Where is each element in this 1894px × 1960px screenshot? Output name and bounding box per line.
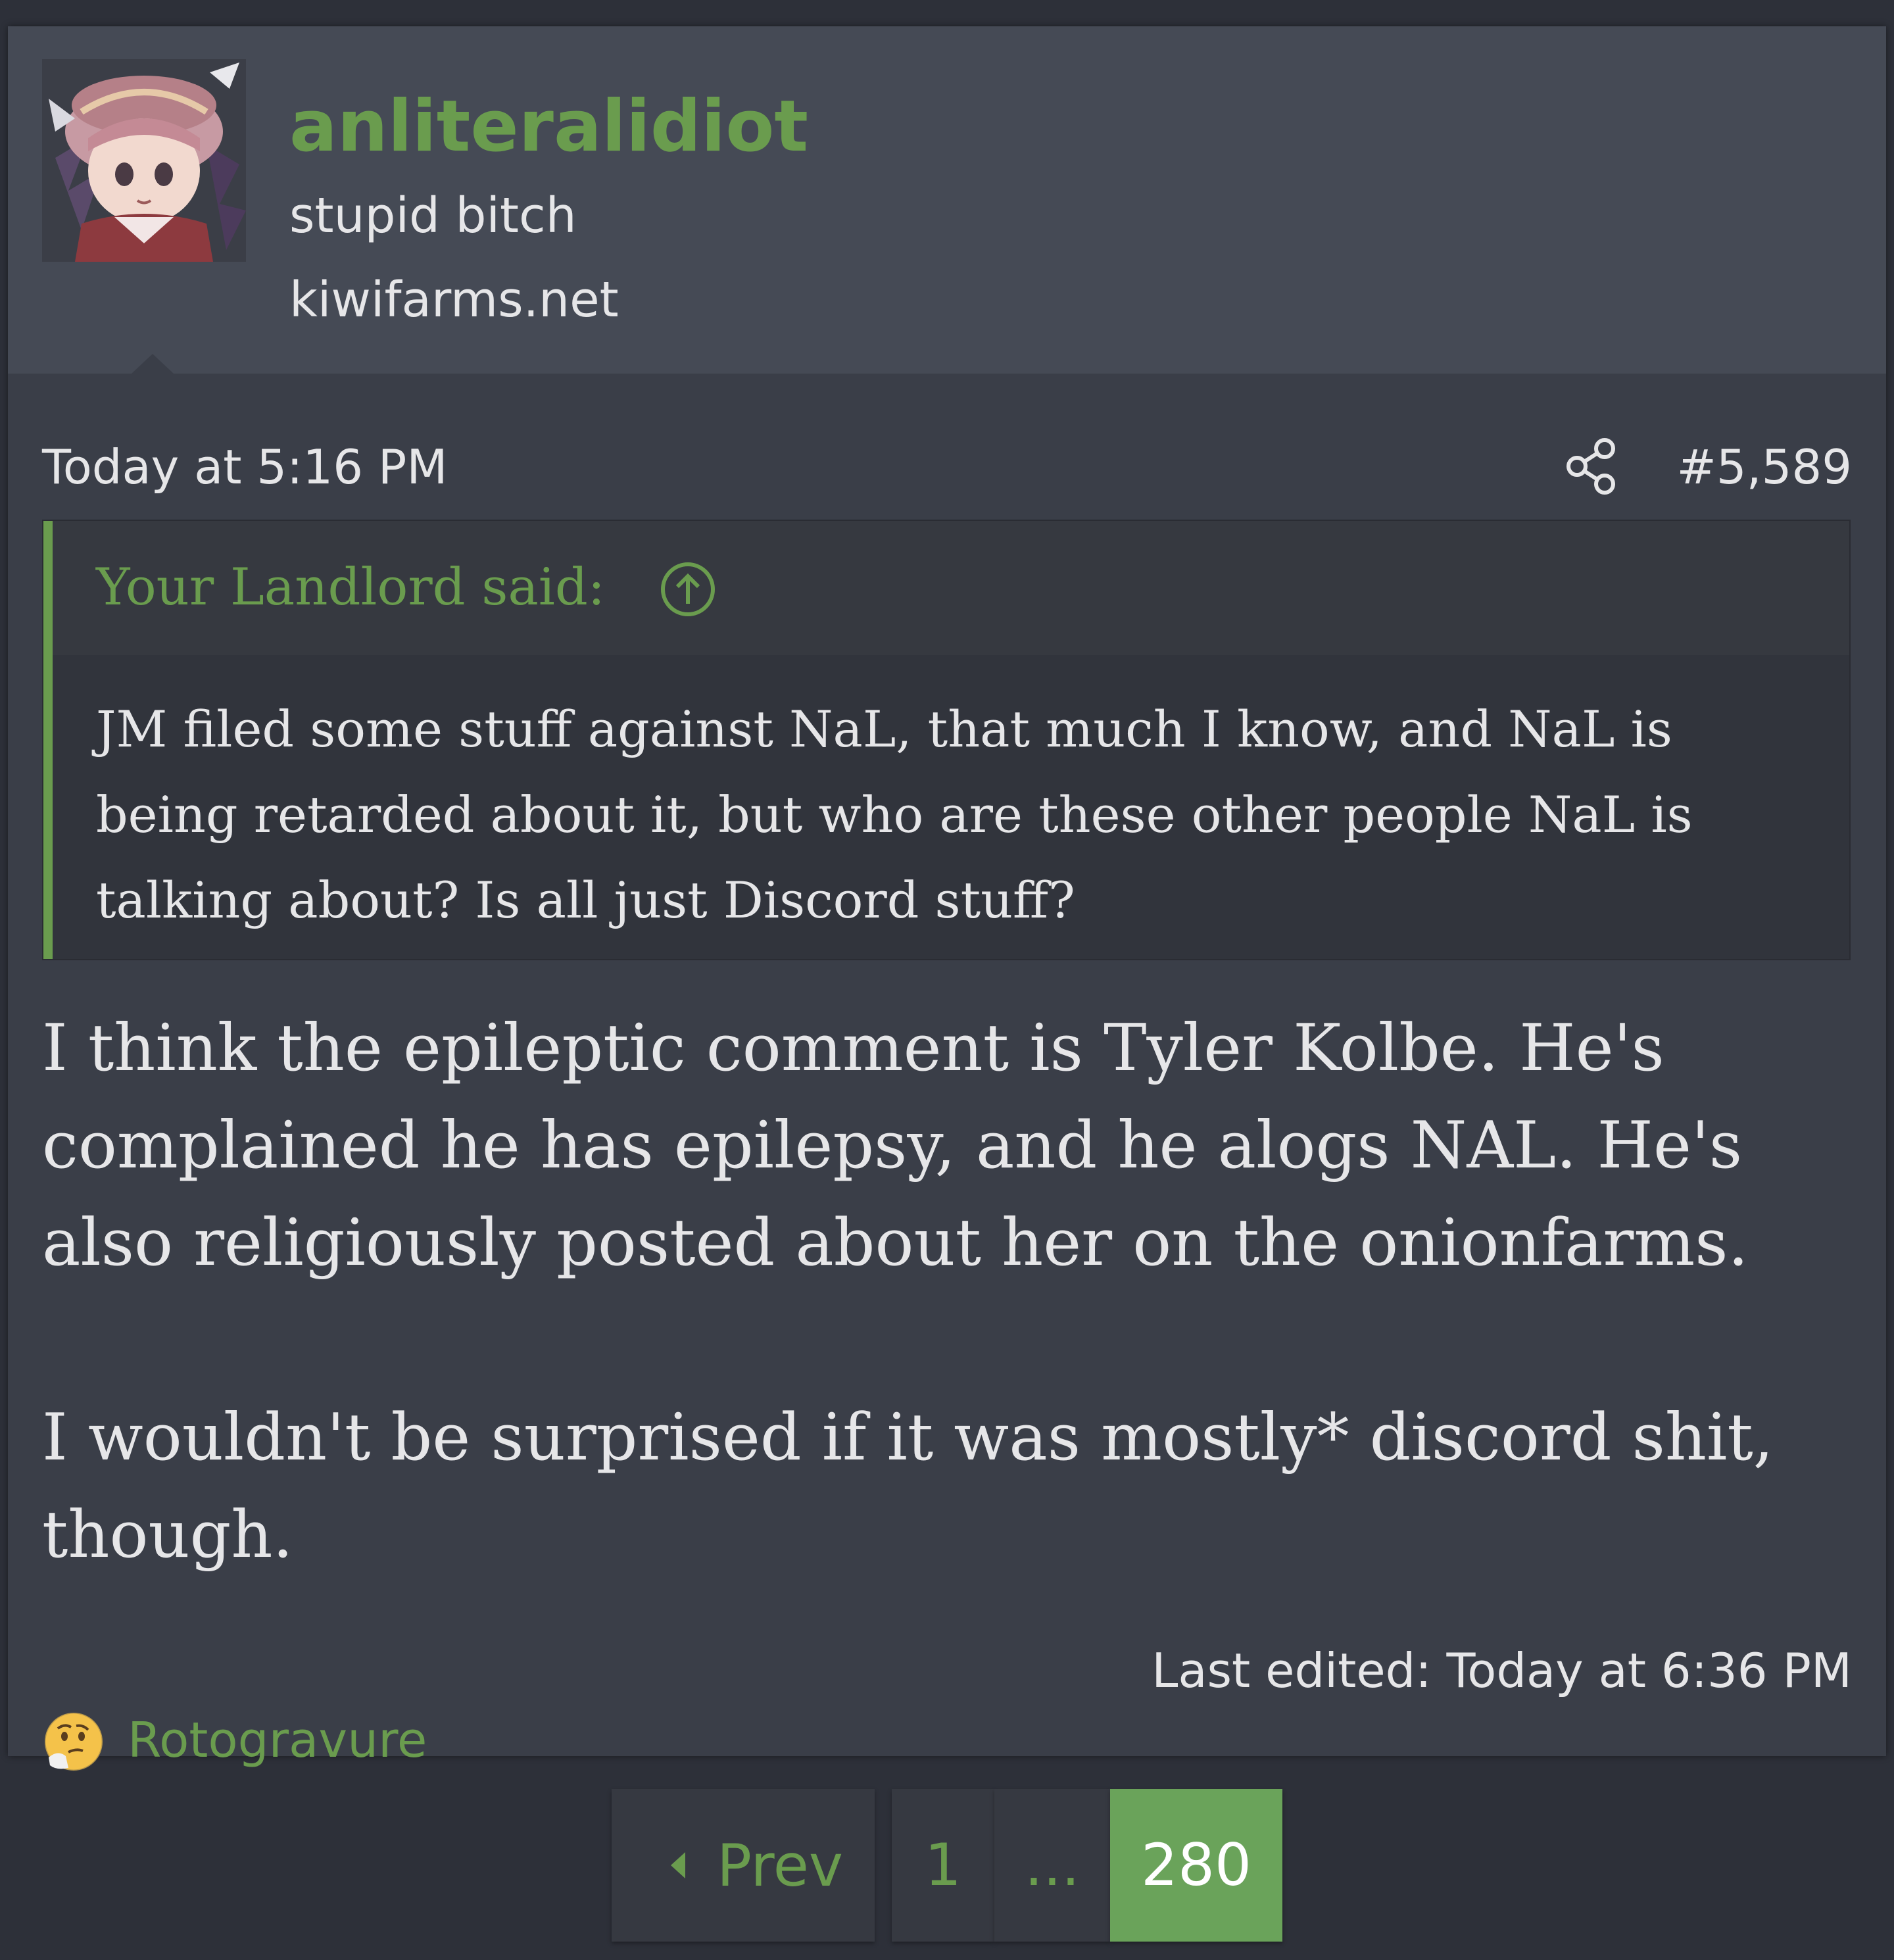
avatar[interactable] [42, 59, 246, 262]
quote-author[interactable]: Your Landlord said: [96, 551, 605, 624]
caret-left-icon [671, 1852, 685, 1878]
page-current-button[interactable]: 280 [1110, 1789, 1282, 1942]
page-ellipsis-button[interactable]: ... [994, 1789, 1110, 1942]
quote-text: JM filed some stuff against NaL, that mu… [96, 700, 1693, 929]
quote-block: Your Landlord said: JM filed some stuff … [42, 520, 1851, 960]
username[interactable]: anliteralidiot [289, 84, 808, 170]
page-1-button[interactable]: 1 [892, 1789, 994, 1942]
arrow-up-circle-icon[interactable] [659, 560, 717, 618]
post: anliteralidiot stupid bitch kiwifarms.ne… [8, 26, 1886, 1772]
message-paragraph: I wouldn't be surprised if it was mostly… [42, 1400, 1774, 1573]
share-icon[interactable] [1565, 437, 1620, 496]
quote-bar [43, 521, 53, 959]
thinking-face-icon[interactable] [42, 1710, 105, 1773]
post-date[interactable]: Today at 5:16 PM [42, 435, 447, 499]
quote-header: Your Landlord said: [53, 521, 1849, 655]
avatar-image [42, 59, 246, 262]
user-banner: kiwifarms.net [289, 272, 619, 328]
user-title: stupid bitch [289, 187, 577, 244]
user-header: anliteralidiot stupid bitch kiwifarms.ne… [8, 26, 1886, 374]
post-number[interactable]: #5,589 [1677, 435, 1852, 499]
prev-label: Prev [717, 1832, 843, 1899]
message-body: I think the epileptic comment is Tyler K… [42, 1000, 1857, 1584]
last-edited: Last edited: Today at 6:36 PM [1152, 1643, 1852, 1698]
reaction-user[interactable]: Rotogravure [128, 1709, 427, 1772]
message-paragraph: I think the epileptic comment is Tyler K… [42, 1011, 1749, 1281]
prev-button[interactable]: Prev [612, 1789, 875, 1942]
header-pointer [132, 354, 174, 374]
